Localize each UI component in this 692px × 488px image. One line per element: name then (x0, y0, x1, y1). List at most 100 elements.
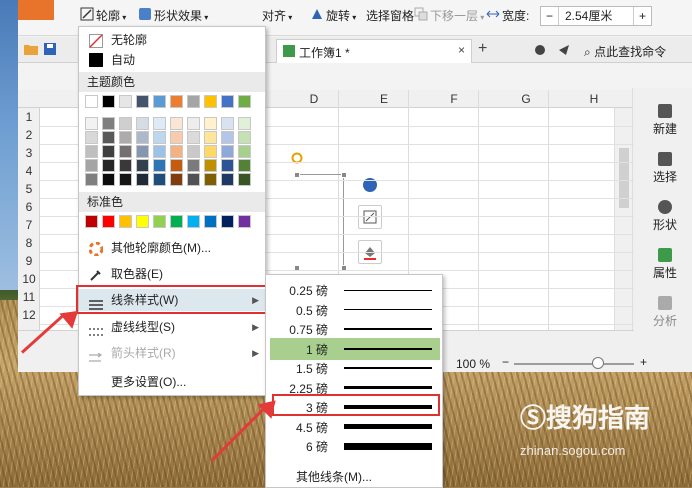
standard-color-swatch[interactable] (102, 215, 115, 228)
theme-shade-swatch[interactable] (153, 117, 166, 130)
theme-shade-swatch[interactable] (119, 117, 132, 130)
panel-analyze-button[interactable]: 分析 (643, 296, 687, 329)
row-header[interactable]: 5 (18, 182, 40, 196)
close-tab-icon[interactable]: × (458, 43, 465, 57)
standard-color-swatch[interactable] (153, 215, 166, 228)
zoom-slider-knob[interactable] (592, 357, 604, 369)
theme-shade-swatch[interactable] (204, 159, 217, 172)
theme-color-swatch[interactable] (221, 95, 234, 108)
column-header[interactable]: D (304, 92, 324, 106)
standard-color-swatch[interactable] (204, 215, 217, 228)
theme-shade-swatch[interactable] (204, 131, 217, 144)
theme-shade-swatch[interactable] (238, 173, 251, 186)
zoom-out-button[interactable]: − (502, 355, 509, 369)
send-backward-button[interactable]: 下移一层 ▾ (414, 6, 484, 26)
theme-shade-swatch[interactable] (102, 159, 115, 172)
theme-shade-swatch[interactable] (204, 173, 217, 186)
tab-workbook1[interactable]: 工作簿1 * × (276, 39, 472, 63)
menu-item-arrow-style[interactable]: 箭头样式(R) ▶ (79, 342, 265, 364)
line-weight-option[interactable]: 6 磅 (270, 435, 440, 457)
standard-color-swatch[interactable] (85, 215, 98, 228)
zoom-in-button[interactable]: + (640, 355, 647, 369)
theme-shade-swatch[interactable] (187, 131, 200, 144)
theme-shade-swatch[interactable] (85, 173, 98, 186)
folder-icon[interactable] (24, 43, 38, 58)
theme-color-swatch[interactable] (136, 95, 149, 108)
theme-shade-swatch[interactable] (153, 173, 166, 186)
outline-button[interactable]: 轮廓 ▾ (80, 6, 126, 26)
shape-effects-button[interactable]: 形状效果 ▾ (138, 6, 208, 26)
theme-shade-swatch[interactable] (102, 117, 115, 130)
row-header[interactable]: 6 (18, 200, 40, 214)
clipboard-icon[interactable] (534, 44, 546, 59)
theme-color-swatch[interactable] (187, 95, 200, 108)
command-search[interactable]: ⌕ 点此查找命令 (584, 43, 666, 60)
theme-shade-swatch[interactable] (187, 117, 200, 130)
add-tab-button[interactable]: + (478, 40, 487, 58)
theme-shade-swatch[interactable] (238, 117, 251, 130)
theme-shade-swatch[interactable] (136, 159, 149, 172)
menu-item-more-settings[interactable]: 更多设置(O)... (79, 371, 265, 393)
theme-shade-swatch[interactable] (153, 131, 166, 144)
row-header[interactable]: 12 (18, 308, 40, 322)
theme-shade-swatch[interactable] (221, 173, 234, 186)
theme-shade-swatch[interactable] (170, 173, 183, 186)
rotate-button[interactable]: 旋转 ▾ (310, 6, 356, 26)
theme-shade-swatch[interactable] (170, 159, 183, 172)
theme-shade-swatch[interactable] (238, 159, 251, 172)
theme-shade-swatch[interactable] (221, 159, 234, 172)
theme-shade-swatch[interactable] (102, 145, 115, 158)
theme-shade-swatch[interactable] (221, 117, 234, 130)
theme-shade-swatch[interactable] (187, 173, 200, 186)
menu-item-auto[interactable]: 自动 (79, 49, 265, 71)
resize-handle[interactable] (294, 172, 300, 178)
theme-shade-swatch[interactable] (238, 145, 251, 158)
theme-color-swatch[interactable] (85, 95, 98, 108)
save-icon[interactable] (44, 43, 56, 58)
standard-color-swatch[interactable] (238, 215, 251, 228)
theme-color-swatch[interactable] (204, 95, 217, 108)
theme-shade-swatch[interactable] (136, 117, 149, 130)
row-header[interactable]: 8 (18, 236, 40, 250)
menu-item-dash-type[interactable]: 虚线线型(S) ▶ (79, 316, 265, 338)
menu-item-eyedropper[interactable]: 取色器(E) (79, 263, 265, 285)
float-edit-button[interactable] (358, 205, 382, 229)
width-value[interactable]: 2.54厘米 (565, 7, 612, 25)
theme-shade-swatch[interactable] (170, 145, 183, 158)
theme-shade-swatch[interactable] (136, 131, 149, 144)
share-icon[interactable] (558, 44, 570, 59)
app-logo[interactable] (18, 0, 54, 20)
theme-shade-swatch[interactable] (119, 173, 132, 186)
shape-outline[interactable] (296, 174, 344, 270)
theme-shade-swatch[interactable] (221, 131, 234, 144)
panel-new-button[interactable]: 新建 (643, 104, 687, 137)
row-header[interactable]: 3 (18, 146, 40, 160)
selection-pane-button[interactable]: 选择窗格 (366, 6, 414, 26)
theme-shade-swatch[interactable] (170, 131, 183, 144)
standard-color-swatch[interactable] (119, 215, 132, 228)
row-header[interactable]: 2 (18, 128, 40, 142)
width-decrease-button[interactable]: − (541, 7, 559, 25)
resize-handle[interactable] (341, 172, 347, 178)
align-button[interactable]: 对齐 ▾ (262, 6, 292, 26)
row-header[interactable]: 10 (18, 272, 40, 286)
panel-select-button[interactable]: 选择 (643, 152, 687, 185)
theme-shade-swatch[interactable] (136, 145, 149, 158)
theme-shade-swatch[interactable] (153, 159, 166, 172)
theme-color-swatch[interactable] (119, 95, 132, 108)
theme-color-swatch[interactable] (153, 95, 166, 108)
theme-shade-swatch[interactable] (238, 131, 251, 144)
zoom-slider[interactable] (514, 363, 634, 365)
theme-shade-swatch[interactable] (102, 173, 115, 186)
theme-shade-swatch[interactable] (85, 159, 98, 172)
width-stepper[interactable]: − 2.54厘米 + (540, 6, 652, 26)
theme-shade-swatch[interactable] (187, 145, 200, 158)
standard-color-swatch[interactable] (136, 215, 149, 228)
theme-shade-swatch[interactable] (170, 117, 183, 130)
theme-shade-swatch[interactable] (85, 131, 98, 144)
panel-properties-button[interactable]: 属性 (643, 248, 687, 281)
theme-shade-swatch[interactable] (119, 159, 132, 172)
theme-shade-swatch[interactable] (221, 145, 234, 158)
column-header[interactable]: E (374, 92, 394, 106)
row-header[interactable]: 7 (18, 218, 40, 232)
